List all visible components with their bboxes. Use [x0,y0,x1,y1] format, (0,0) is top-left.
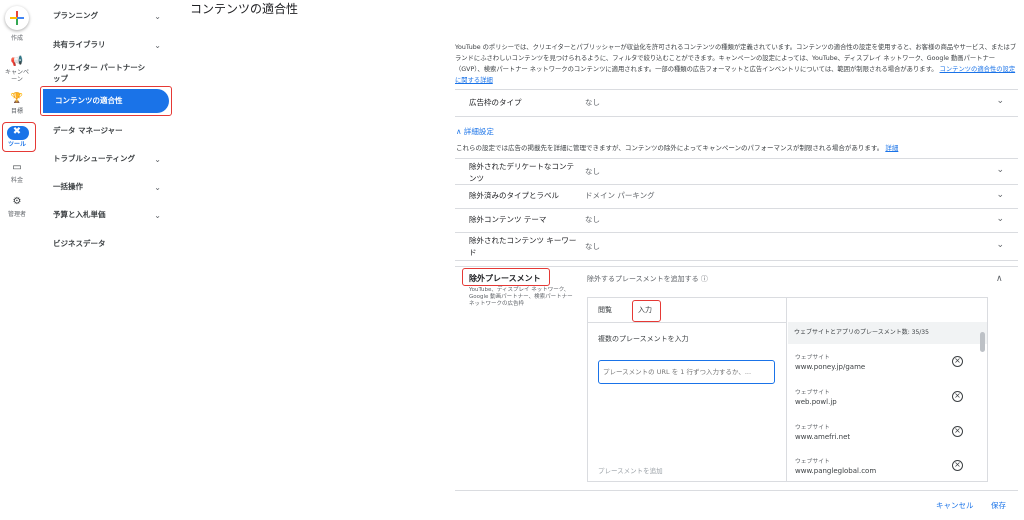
chevron-down-icon: ⌄ [996,165,1004,175]
chevron-up-icon[interactable]: ∧ [996,274,1003,284]
chevron-down-icon: ⌄ [154,155,161,164]
rail-item-create[interactable]: 作成 [0,33,34,42]
billing-icon: ▭ [12,162,22,173]
remove-icon[interactable]: × [952,460,963,471]
create-button[interactable] [5,6,29,30]
remove-icon[interactable]: × [952,356,963,367]
active-nav-highlight [40,86,172,116]
scrollbar[interactable] [980,332,985,352]
nav-item-business-data[interactable]: ビジネスデータ [53,238,173,249]
chevron-down-icon: ⌄ [996,190,1004,200]
save-button[interactable]: 保存 [991,500,1006,511]
tab-divider [587,322,787,323]
chevron-down-icon: ⌄ [154,211,161,220]
tools-icon: ✖ [12,126,22,137]
list-item: ウェブサイト web.powl.jp × [795,389,975,407]
chevron-down-icon: ⌄ [154,183,161,192]
chevron-down-icon: ⌄ [154,41,161,50]
tools-nav: プランニング ⌄ 共有ライブラリ ⌄ クリエイター パートナーシップ データ マ… [38,0,173,520]
nav-item-troubleshooting[interactable]: トラブルシューティング ⌄ [53,153,173,164]
excluded-themes-row[interactable]: 除外コンテンツ テーマ なし ⌄ [455,209,1018,233]
rail-item-campaigns[interactable]: 📢 キャンペーン [0,56,34,83]
inventory-type-row[interactable]: 広告枠のタイプ なし ⌄ [455,89,1018,117]
footer-divider [455,490,1018,491]
rail-item-admin[interactable]: ⚙ 管理者 [0,196,34,218]
cancel-button[interactable]: キャンセル [936,500,974,511]
chevron-down-icon: ⌄ [996,96,1004,106]
excluded-placements-title: 除外プレースメント [469,274,541,283]
excluded-types-row[interactable]: 除外済みのタイプとラベル ドメイン パーキング ⌄ [455,185,1018,209]
plus-icon [10,11,24,25]
nav-item-planning[interactable]: プランニング ⌄ [53,10,173,21]
list-item: ウェブサイト www.amefri.net × [795,424,975,442]
remove-icon[interactable]: × [952,391,963,402]
nav-item-budgets-bids[interactable]: 予算と入札単価 ⌄ [53,209,173,220]
advanced-description: これらの設定では広告の掲載先を詳細に管理できますが、コンテンツの除外によってキャ… [456,144,899,152]
placement-input-pane [587,297,787,482]
list-item: ウェブサイト www.poney.jp/game × [795,354,975,372]
excluded-sensitive-row[interactable]: 除外されたデリケートなコンテンツ なし ⌄ [455,158,1018,185]
policy-description: YouTube のポリシーでは、クリエイターとパブリッシャーが収益化を許可される… [455,44,1017,84]
excluded-placements-subtitle: YouTube、ディスプレイ ネットワーク、Google 動画パートナー、検索パ… [469,287,573,307]
trophy-icon: 🏆 [10,93,24,104]
gear-icon: ⚙ [12,196,22,207]
placement-count-header: ウェブサイトとアプリのプレースメント数: 35/35 [788,322,987,344]
multi-placement-label: 複数のプレースメントを入力 [598,335,689,343]
rail-item-tools[interactable]: ✖ ツール [0,126,34,148]
rail-item-billing[interactable]: ▭ 料金 [0,162,34,184]
chevron-down-icon: ⌄ [996,240,1004,250]
nav-item-shared-library[interactable]: 共有ライブラリ ⌄ [53,39,173,50]
nav-rail: 作成 📢 キャンペーン 🏆 目標 ✖ ツール ▭ 料金 ⚙ 管理者 [0,0,36,520]
tab-input[interactable]: 入力 [638,305,652,315]
add-placement-link[interactable]: プレースメントを追加 [598,465,663,475]
remove-icon[interactable]: × [952,426,963,437]
placement-url-input[interactable] [598,360,775,384]
nav-item-bulk-actions[interactable]: 一括操作 ⌄ [53,181,173,192]
nav-item-data-manager[interactable]: データ マネージャー [53,125,173,136]
chevron-down-icon: ⌄ [154,12,161,21]
chevron-up-icon: ∧ [456,127,464,136]
add-excluded-header: 除外するプレースメントを追加する ⓘ [587,275,708,283]
excluded-keywords-row[interactable]: 除外されたコンテンツ キーワード なし ⌄ [455,233,1018,261]
rail-item-goals[interactable]: 🏆 目標 [0,93,34,115]
tab-browse[interactable]: 閲覧 [598,305,612,315]
help-icon[interactable]: ⓘ [701,275,708,283]
advanced-learn-more-link[interactable]: 詳細 [885,144,898,152]
list-item: ウェブサイト www.pangleglobal.com × [795,458,975,476]
chevron-down-icon: ⌄ [996,214,1004,224]
megaphone-icon: 📢 [10,56,24,67]
page-title: コンテンツの適合性 [190,2,299,16]
advanced-settings-toggle[interactable]: ∧ 詳細設定 [456,126,494,137]
nav-item-creator-partnership[interactable]: クリエイター パートナーシップ [53,62,148,84]
